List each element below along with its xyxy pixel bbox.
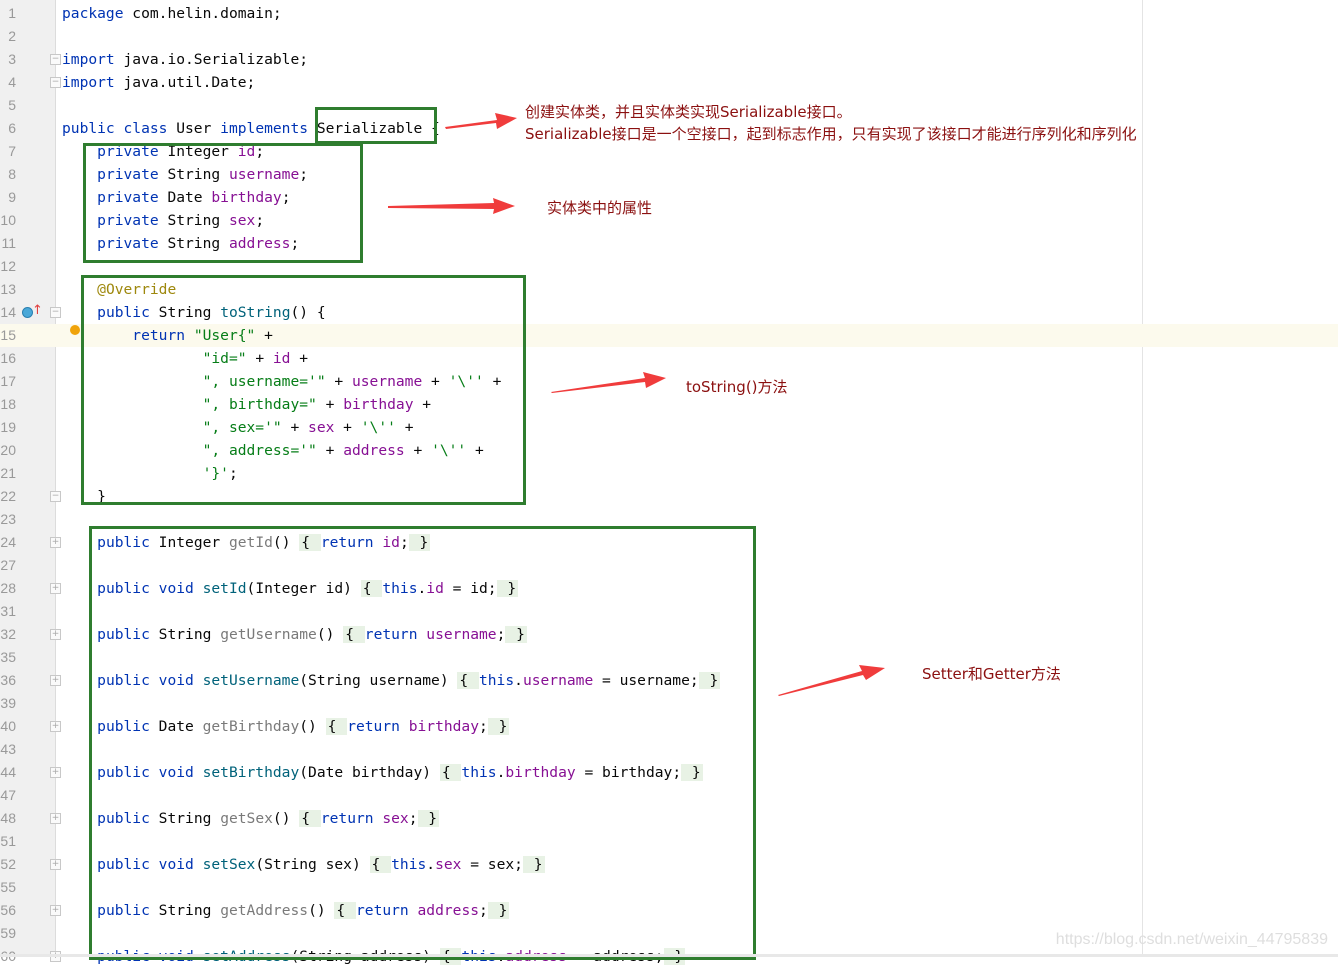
line-number[interactable]: 44	[0, 761, 16, 784]
line-number[interactable]: 5	[0, 94, 16, 117]
code-token: public class	[62, 119, 177, 137]
line-number[interactable]: 11	[0, 232, 16, 255]
fields-highlight-box	[83, 143, 363, 263]
note-getset: Setter和Getter方法	[922, 665, 1061, 683]
line-number[interactable]: 24	[0, 531, 16, 554]
line-number[interactable]: 20	[0, 439, 16, 462]
line-number[interactable]: 55	[0, 876, 16, 899]
line-number[interactable]: 6	[0, 117, 16, 140]
line-number[interactable]: 21	[0, 462, 16, 485]
line-number[interactable]: 40	[0, 715, 16, 738]
line-number[interactable]: 22	[0, 485, 16, 508]
line-number[interactable]: 16	[0, 347, 16, 370]
line-number[interactable]: 14	[0, 301, 16, 324]
fold-expand-icon[interactable]: +	[50, 536, 61, 548]
fold-expand-icon[interactable]: +	[50, 720, 61, 732]
fold-expand-icon[interactable]: +	[50, 582, 61, 594]
watermark: https://blog.csdn.net/weixin_44795839	[1055, 931, 1328, 948]
line-number[interactable]: 13	[0, 278, 16, 301]
line-number[interactable]: 15	[0, 324, 16, 347]
line-number[interactable]: 32	[0, 623, 16, 646]
fold-expand-icon[interactable]: +	[50, 674, 61, 686]
code-line[interactable]: 3 − import java.io.Serializable;	[0, 48, 1338, 71]
line-number[interactable]: 36	[0, 669, 16, 692]
code-token: implements	[220, 119, 317, 137]
note-fields: 实体类中的属性	[547, 199, 653, 217]
fold-collapse-icon[interactable]: −	[50, 490, 61, 502]
line-number[interactable]: 51	[0, 830, 16, 853]
fold-collapse-icon[interactable]: −	[50, 53, 61, 65]
fold-expand-icon[interactable]: +	[50, 858, 61, 870]
code-token: User	[176, 119, 221, 137]
fold-expand-icon[interactable]: +	[50, 904, 61, 916]
note-serializable-2: Serializable接口是一个空接口，起到标志作用，只有实现了该接口才能进行…	[525, 125, 1137, 143]
code-token: import	[62, 73, 124, 91]
line-number[interactable]: 31	[0, 600, 16, 623]
code-text: package com.helin.domain;	[62, 2, 282, 25]
line-number[interactable]: 19	[0, 416, 16, 439]
code-token: com.helin.domain;	[132, 4, 282, 22]
code-line[interactable]: 2	[0, 25, 1338, 48]
note-tostring: toString()方法	[686, 378, 788, 396]
fold-expand-icon[interactable]: +	[50, 766, 61, 778]
line-number[interactable]: 17	[0, 370, 16, 393]
line-number[interactable]: 23	[0, 508, 16, 531]
line-number[interactable]: 4	[0, 71, 16, 94]
go-to-super-arrow-icon[interactable]: ↑	[32, 304, 43, 318]
line-number[interactable]: 2	[0, 25, 16, 48]
code-token: java.util.Date;	[123, 73, 256, 91]
note-serializable-1: 创建实体类，并且实体类实现Serializable接口。	[525, 103, 852, 121]
line-number[interactable]: 43	[0, 738, 16, 761]
line-number[interactable]: 18	[0, 393, 16, 416]
code-token: package	[62, 4, 133, 22]
line-number[interactable]: 10	[0, 209, 16, 232]
line-number[interactable]: 3	[0, 48, 16, 71]
getset-highlight-box	[89, 526, 756, 960]
line-number[interactable]: 47	[0, 784, 16, 807]
intention-bulb-icon[interactable]	[70, 325, 80, 335]
line-number[interactable]: 28	[0, 577, 16, 600]
line-number[interactable]: 7	[0, 140, 16, 163]
line-number[interactable]: 56	[0, 899, 16, 922]
tostring-highlight-box	[81, 275, 526, 505]
code-token: java.io.Serializable;	[123, 50, 309, 68]
line-number[interactable]: 59	[0, 922, 16, 945]
serializable-highlight-box	[315, 107, 437, 144]
fold-collapse-icon[interactable]: −	[50, 306, 61, 318]
line-number[interactable]: 48	[0, 807, 16, 830]
line-number[interactable]: 39	[0, 692, 16, 715]
code-line[interactable]: 4 − import java.util.Date;	[0, 71, 1338, 94]
fold-expand-icon[interactable]: +	[50, 812, 61, 824]
code-line[interactable]: 1 package com.helin.domain;	[0, 2, 1338, 25]
line-number[interactable]: 1	[0, 2, 16, 25]
line-number[interactable]: 9	[0, 186, 16, 209]
line-number[interactable]: 8	[0, 163, 16, 186]
line-number[interactable]: 52	[0, 853, 16, 876]
code-text: import java.util.Date;	[62, 71, 255, 94]
line-number[interactable]: 27	[0, 554, 16, 577]
line-number[interactable]: 12	[0, 255, 16, 278]
fold-collapse-icon[interactable]: −	[50, 76, 61, 88]
fold-expand-icon[interactable]: +	[50, 628, 61, 640]
line-number[interactable]: 35	[0, 646, 16, 669]
code-text: import java.io.Serializable;	[62, 48, 308, 71]
code-token: import	[62, 50, 124, 68]
